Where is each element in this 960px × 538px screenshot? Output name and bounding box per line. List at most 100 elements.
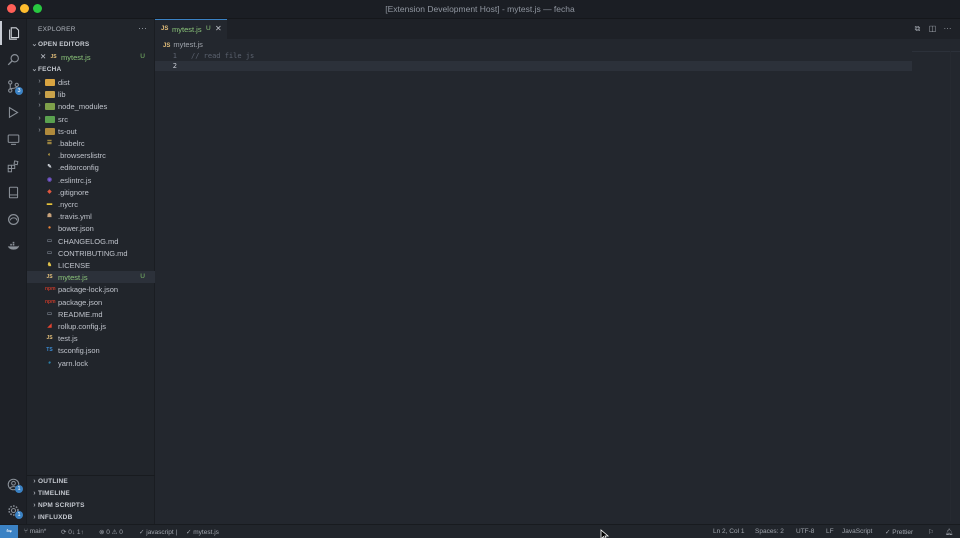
file-item-rollup-config-js[interactable]: ◢ rollup.config.js (27, 320, 155, 332)
file-item-travis-yml[interactable]: ☗ .travis.yml (27, 210, 155, 222)
remote-indicator-button[interactable]: ⇋ (0, 525, 18, 538)
file-name: test.js (58, 334, 78, 344)
file-item-bower-json[interactable]: ● bower.json (27, 222, 155, 234)
influxdb-section-header[interactable]: › INFLUXDB (27, 512, 155, 524)
notebook-activity-button[interactable] (0, 180, 27, 204)
vscode-window: [Extension Development Host] - mytest.js… (0, 0, 960, 538)
problems-button[interactable]: ⊗ 0 ⚠ 0 (99, 528, 123, 536)
timeline-section-header[interactable]: › TIMELINE (27, 488, 155, 500)
file-item-browserslistrc[interactable]: ◐ .browserslistrc (27, 149, 155, 161)
remote-explorer-activity-button[interactable] (0, 127, 27, 151)
file-item-yarn-lock[interactable]: ◕ yarn.lock (27, 357, 155, 369)
file-name: .travis.yml (58, 212, 92, 222)
folder-item-src[interactable]: › src (27, 113, 155, 125)
file-item-mytest-js[interactable]: JS mytest.js U (27, 271, 155, 284)
outline-section-header[interactable]: › OUTLINE (27, 476, 155, 488)
docker-activity-button[interactable] (0, 233, 27, 257)
feedback-icon[interactable]: ⚐ (928, 528, 934, 536)
file-item-contributing-md[interactable]: ▭ CONTRIBUTING.md (27, 247, 155, 259)
explorer-sidebar: EXPLORER ··· ⌄ OPEN EDITORS ✕ JS mytest.… (27, 19, 155, 524)
more-actions-icon[interactable]: ··· (943, 24, 952, 33)
more-actions-button[interactable]: ··· (138, 23, 147, 33)
folder-icon (45, 127, 55, 135)
notifications-bell-icon[interactable]: 🔔︎ (945, 528, 953, 536)
open-editor-name: mytest.js (61, 53, 91, 62)
line-text[interactable]: // read file js (191, 51, 254, 61)
file-status[interactable]: ✓ mytest.js (186, 528, 219, 536)
file-type-icon: TS (46, 347, 53, 354)
file-item-editorconfig[interactable]: ✎ .editorconfig (27, 161, 155, 173)
open-editors-section-header[interactable]: ⌄ OPEN EDITORS (27, 39, 155, 51)
folder-icon (45, 91, 55, 99)
minimap[interactable] (912, 51, 960, 52)
cursor-position[interactable]: Ln 2, Col 1 (713, 528, 744, 535)
file-item-license[interactable]: ♞ LICENSE (27, 259, 155, 271)
indentation[interactable]: Spaces: 2 (755, 528, 784, 535)
folder-item-ts-out[interactable]: › ts-out (27, 125, 155, 137)
file-name: mytest.js (58, 273, 88, 283)
file-type-icon: ◕ (47, 359, 52, 366)
language-mode[interactable]: JavaScript (842, 528, 872, 535)
accounts-activity-button[interactable]: 1 (0, 472, 27, 496)
file-type-icon: ◢ (47, 323, 52, 329)
prettier-status[interactable]: ✓ Prettier (885, 528, 913, 536)
file-name: yarn.lock (58, 358, 89, 368)
chevron-down-icon: ⌄ (31, 41, 38, 48)
search-activity-button[interactable] (0, 47, 27, 71)
file-type-icon: ▭ (46, 249, 53, 256)
project-section-header[interactable]: ⌄ FECHA (27, 64, 155, 76)
file-name: package.json (58, 297, 103, 307)
open-editor-item[interactable]: ✕ JS mytest.js U (27, 51, 155, 63)
npm-scripts-section-header[interactable]: › NPM SCRIPTS (27, 500, 155, 512)
file-type-icon: ● (47, 225, 52, 232)
compare-changes-icon[interactable]: ⧉ (913, 24, 922, 33)
chevron-right-icon: › (38, 78, 41, 85)
code-line[interactable]: 1 // read file js (155, 51, 912, 61)
editor-area: JS mytest.js U ✕ ⧉ ◫ ··· JS mytest.js 1 /… (155, 19, 960, 524)
file-item-tsconfig-json[interactable]: TS tsconfig.json (27, 344, 155, 356)
editor-actions: ⧉ ◫ ··· (913, 24, 952, 34)
chevron-right-icon: › (38, 126, 41, 134)
breadcrumb-file[interactable]: mytest.js (173, 40, 203, 49)
close-icon[interactable]: ✕ (40, 52, 46, 61)
manage-activity-button[interactable]: 1 (0, 498, 27, 522)
file-item-babelrc[interactable]: ☰ .babelrc (27, 137, 155, 149)
close-tab-icon[interactable]: ✕ (215, 24, 222, 33)
breadcrumb[interactable]: JS mytest.js (163, 40, 203, 49)
encoding[interactable]: UTF-8 (796, 528, 814, 535)
folder-name: ts-out (58, 126, 77, 136)
chevron-right-icon: › (33, 502, 36, 509)
tab-bar: JS mytest.js U ✕ ⧉ ◫ ··· (155, 19, 960, 39)
sync-button[interactable]: ⟳ 0↓ 1↑ (61, 528, 84, 536)
folder-item-node-modules[interactable]: › node_modules (27, 100, 155, 112)
code-line-current[interactable]: 2 (155, 61, 912, 71)
file-item-gitignore[interactable]: ◆ .gitignore (27, 186, 155, 198)
folder-item-lib[interactable]: › lib (27, 88, 155, 100)
extensions-activity-button[interactable] (0, 154, 27, 178)
extensions-icon (7, 159, 19, 172)
folder-item-dist[interactable]: › dist (27, 76, 155, 88)
explorer-activity-button[interactable] (0, 21, 27, 45)
javascript-status[interactable]: ✓ javascript | (139, 528, 177, 536)
file-name: CONTRIBUTING.md (58, 248, 128, 258)
tab-mytest-js[interactable]: JS mytest.js U ✕ (155, 19, 227, 39)
file-item-package-lock-json[interactable]: npm package-lock.json (27, 283, 155, 295)
file-item-package-json[interactable]: npm package.json (27, 296, 155, 308)
edge-tools-activity-button[interactable] (0, 207, 27, 231)
run-debug-activity-button[interactable] (0, 100, 27, 124)
end-of-line[interactable]: LF (826, 528, 834, 535)
file-item-test-js[interactable]: JS test.js (27, 332, 155, 344)
branch-button[interactable]: ⑂ main* (24, 528, 46, 535)
file-type-icon: ♞ (47, 262, 52, 268)
remote-explorer-icon (7, 134, 20, 145)
file-item-changelog-md[interactable]: ▭ CHANGELOG.md (27, 235, 155, 247)
vertical-scrollbar[interactable] (950, 51, 951, 521)
search-icon (7, 53, 19, 65)
file-item-readme-md[interactable]: ▭ README.md (27, 308, 155, 320)
file-name: .browserslistrc (58, 151, 106, 161)
file-type-icon: JS (46, 335, 53, 342)
file-item-nycrc[interactable]: ▬ .nycrc (27, 198, 155, 210)
file-item-eslintrc-js[interactable]: ◉ .eslintrc.js (27, 174, 155, 186)
source-control-activity-button[interactable]: 3 (0, 74, 27, 98)
split-editor-icon[interactable]: ◫ (928, 24, 937, 33)
